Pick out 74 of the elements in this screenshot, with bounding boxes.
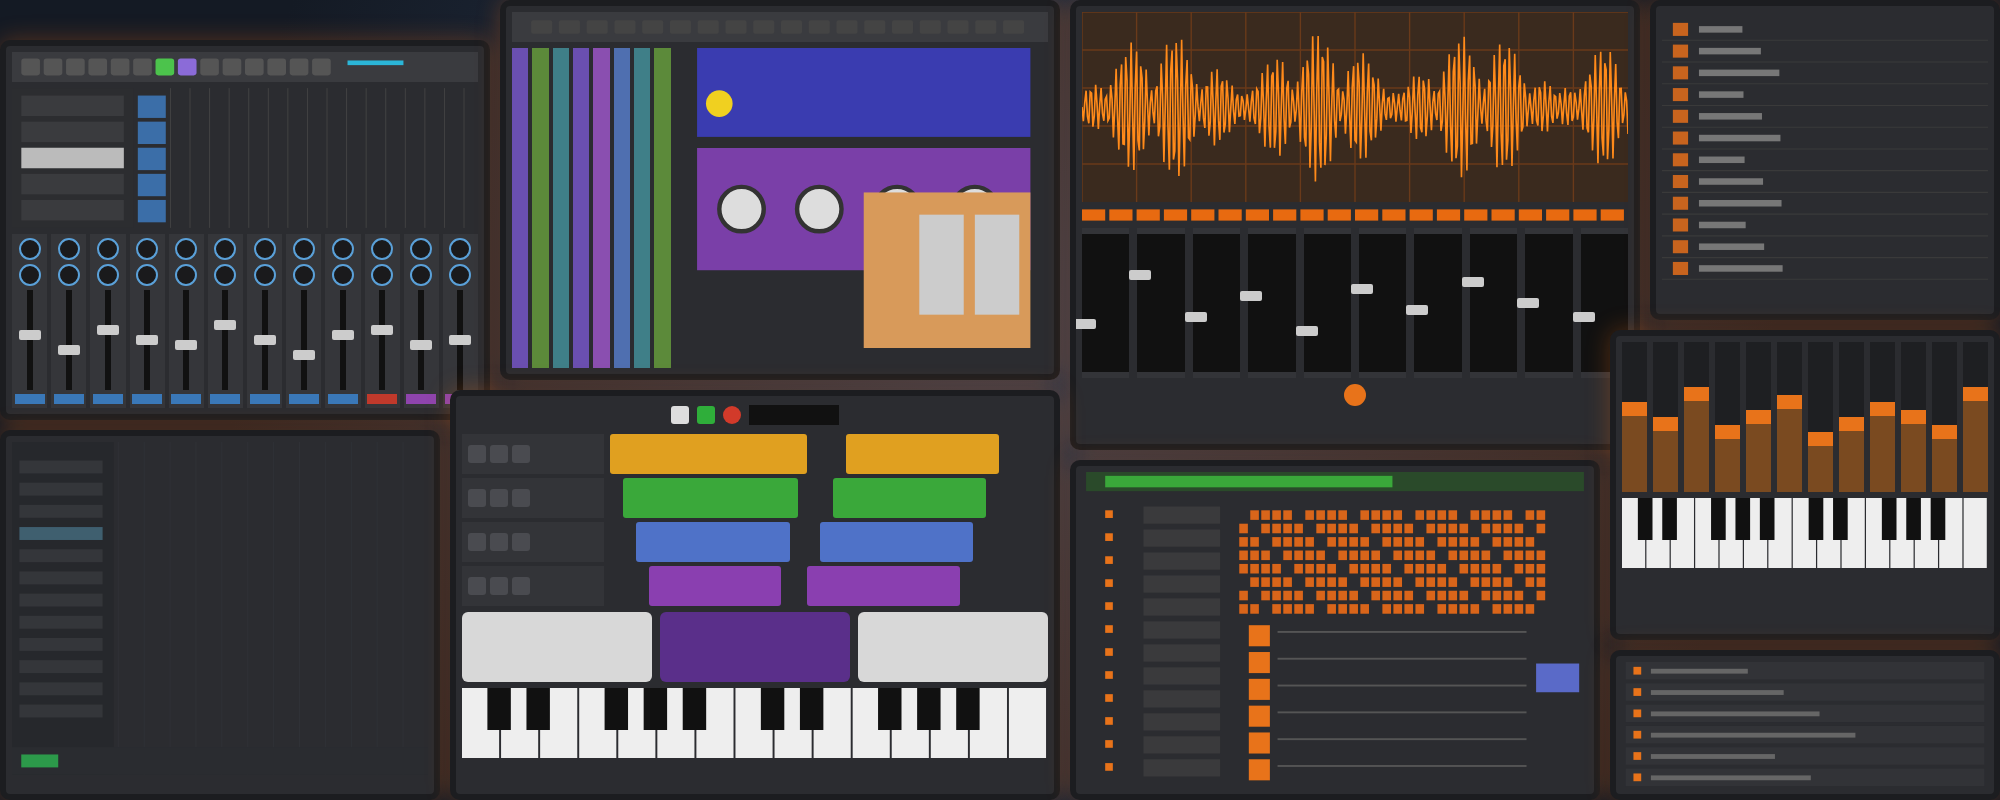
fader-thumb[interactable] <box>1240 291 1263 302</box>
region-clip[interactable] <box>636 522 790 562</box>
track-toggle-button[interactable] <box>468 445 486 463</box>
track-toggle-button[interactable] <box>468 489 486 507</box>
region-clip[interactable] <box>846 434 1000 474</box>
fader-thumb[interactable] <box>1461 277 1484 288</box>
track-header[interactable] <box>462 566 604 606</box>
fader-thumb[interactable] <box>331 330 354 340</box>
logo-icon <box>1344 384 1366 406</box>
knob[interactable] <box>57 238 80 260</box>
fader-thumb[interactable] <box>1129 270 1152 281</box>
knob[interactable] <box>410 264 433 286</box>
piano-keyboard[interactable] <box>462 688 1048 758</box>
knob[interactable] <box>253 264 276 286</box>
knob[interactable] <box>214 238 237 260</box>
track-toggle-button[interactable] <box>468 577 486 595</box>
fader-thumb[interactable] <box>18 330 41 340</box>
region-clip[interactable] <box>610 434 808 474</box>
track-toggle-button[interactable] <box>512 533 530 551</box>
knob[interactable] <box>175 264 198 286</box>
region-clip[interactable] <box>649 566 781 606</box>
knob[interactable] <box>57 264 80 286</box>
region-clip[interactable] <box>806 566 960 606</box>
knob[interactable] <box>292 238 315 260</box>
piano-keyboard[interactable] <box>1622 498 1988 568</box>
knob[interactable] <box>449 264 472 286</box>
track-toggle-button[interactable] <box>490 577 508 595</box>
region-clip[interactable] <box>623 478 799 518</box>
knob[interactable] <box>331 238 354 260</box>
knob[interactable] <box>18 264 41 286</box>
track-toggle-button[interactable] <box>512 489 530 507</box>
fader-thumb[interactable] <box>371 325 394 335</box>
region-clip[interactable] <box>819 522 974 562</box>
knob[interactable] <box>292 264 315 286</box>
fader-thumb[interactable] <box>1184 311 1207 322</box>
region-clip[interactable] <box>832 478 987 518</box>
fader-thumb[interactable] <box>96 325 119 335</box>
track-toggle-button[interactable] <box>512 445 530 463</box>
knob[interactable] <box>449 238 472 260</box>
fader-thumb[interactable] <box>214 320 237 330</box>
record-button[interactable] <box>723 406 741 424</box>
fader-thumb[interactable] <box>1517 298 1540 308</box>
fader-thumb[interactable] <box>1295 325 1318 336</box>
track-toggle-button[interactable] <box>490 445 508 463</box>
track-header[interactable] <box>462 478 604 518</box>
knob[interactable] <box>410 238 433 260</box>
fader-thumb[interactable] <box>175 340 198 350</box>
knob[interactable] <box>331 264 354 286</box>
fader-thumb[interactable] <box>1406 304 1429 315</box>
track-toggle-button[interactable] <box>490 533 508 551</box>
track-toggle-button[interactable] <box>468 533 486 551</box>
knob[interactable] <box>214 264 237 286</box>
fader-thumb[interactable] <box>292 350 315 360</box>
track-toggle-button[interactable] <box>512 577 530 595</box>
knob[interactable] <box>18 238 41 260</box>
track-toggle-button[interactable] <box>490 489 508 507</box>
fader-thumb[interactable] <box>136 335 159 345</box>
fader-thumb[interactable] <box>57 345 80 355</box>
fader-thumb[interactable] <box>253 335 276 345</box>
fader-thumb[interactable] <box>1076 318 1096 329</box>
knob[interactable] <box>96 238 119 260</box>
knob[interactable] <box>96 264 119 286</box>
knob[interactable] <box>175 238 198 260</box>
fader-thumb[interactable] <box>1572 311 1595 322</box>
fader-thumb[interactable] <box>410 340 433 350</box>
knob[interactable] <box>136 238 159 260</box>
fader-thumb[interactable] <box>449 335 472 345</box>
track-header[interactable] <box>462 522 604 562</box>
knob[interactable] <box>253 238 276 260</box>
knob[interactable] <box>136 264 159 286</box>
fader-thumb[interactable] <box>1351 284 1374 295</box>
track-header[interactable] <box>462 434 604 474</box>
knob[interactable] <box>371 238 394 260</box>
knob[interactable] <box>371 264 394 286</box>
